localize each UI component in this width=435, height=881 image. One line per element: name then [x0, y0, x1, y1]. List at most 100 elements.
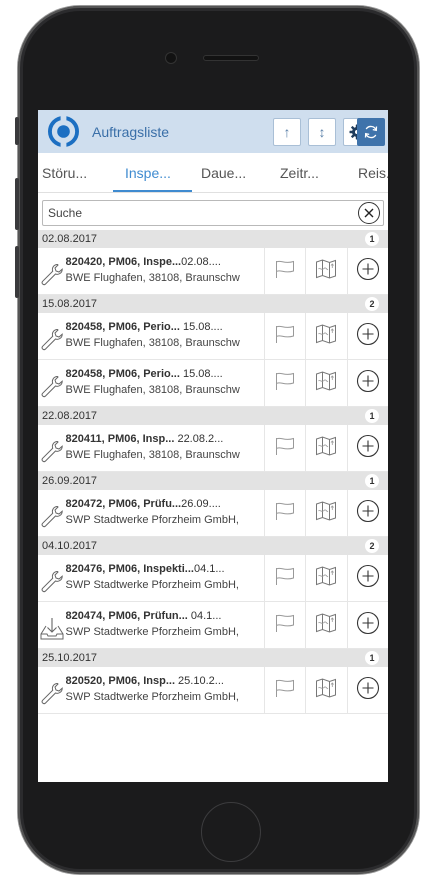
order-address: BWE Flughafen, 38108, Braunschw: [65, 337, 240, 349]
map-icon: [315, 612, 337, 639]
group-date: 26.09.2017: [42, 475, 98, 487]
list-item[interactable]: 820474, PM06, Prüfun... 04.1... SWP Stadt…: [38, 602, 388, 649]
list-item-text: 820472, PM06, Prüfu...26.09.... SWP Stadt…: [66, 490, 264, 536]
category-tabs: Störu... Inspe... Daue... Zeitr... Reis.…: [38, 153, 388, 193]
flag-button[interactable]: [263, 555, 305, 601]
tab-reise[interactable]: Reis...: [358, 165, 388, 181]
map-button[interactable]: [305, 248, 346, 294]
list-item-title-line: 820420, PM06, Inspe...02.08....: [66, 256, 264, 268]
add-button[interactable]: [346, 248, 388, 294]
order-title: 820420, PM06, Inspe...: [65, 256, 182, 268]
list-item-title-line: 820476, PM06, Inspekti...04.1...: [66, 563, 264, 575]
map-button[interactable]: [305, 313, 346, 359]
flag-button[interactable]: [263, 490, 305, 536]
refresh-icon: [364, 125, 378, 139]
search-input[interactable]: [43, 206, 343, 220]
group-count-badge: 2: [365, 539, 379, 553]
list-item[interactable]: 820420, PM06, Inspe...02.08.... BWE Flugh…: [38, 248, 388, 295]
order-date: 25.10.2...: [175, 675, 224, 687]
map-button[interactable]: [305, 490, 346, 536]
order-date: 15.08....: [179, 321, 223, 333]
add-button[interactable]: [346, 360, 388, 406]
wrench-icon: [38, 425, 66, 471]
tab-inspektion[interactable]: Inspe...: [125, 165, 171, 181]
map-icon: [315, 677, 337, 704]
list-item-text: 820474, PM06, Prüfun... 04.1... SWP Stadt…: [66, 602, 264, 648]
list-item-text: 820411, PM06, Insp... 22.08.2... BWE Flug…: [66, 425, 264, 471]
flag-icon: [274, 565, 296, 592]
plus-circle-icon: [356, 369, 380, 398]
order-list: 02.08.2017 1 820420, PM06, Inspe...02.08..…: [38, 230, 388, 714]
plus-circle-icon: [356, 611, 380, 640]
map-button[interactable]: [305, 360, 346, 406]
order-date: 22.08.2...: [174, 433, 224, 445]
group-count-badge: 1: [365, 651, 379, 665]
sort-toggle-button[interactable]: ↕: [308, 118, 336, 146]
plus-circle-icon: [356, 564, 380, 593]
earpiece-speaker: [203, 55, 259, 61]
order-date: 26.09....: [181, 498, 221, 510]
wrench-icon: [38, 313, 66, 359]
map-button[interactable]: [305, 425, 346, 471]
app-title: Auftragsliste: [92, 123, 170, 140]
tab-zeitraum[interactable]: Zeitr...: [280, 165, 319, 181]
sort-up-button[interactable]: ↑: [273, 118, 301, 146]
list-item[interactable]: 820458, PM06, Perio... 15.08.... BWE Flug…: [38, 360, 388, 407]
list-item-title-line: 820458, PM06, Perio... 15.08....: [66, 321, 264, 333]
map-button[interactable]: [305, 555, 346, 601]
flag-button[interactable]: [263, 313, 305, 359]
add-button[interactable]: [346, 490, 388, 536]
flag-button[interactable]: [263, 667, 305, 713]
map-icon: [315, 500, 337, 527]
add-button[interactable]: [346, 555, 388, 601]
volume-up-button: [15, 178, 19, 230]
wrench-icon: [38, 555, 66, 601]
tab-dauer[interactable]: Daue...: [201, 165, 246, 181]
flag-button[interactable]: [263, 248, 305, 294]
group-header: 26.09.2017 1: [38, 472, 388, 490]
active-tab-indicator: [113, 190, 192, 192]
order-date: 15.08....: [179, 368, 223, 380]
map-button[interactable]: [305, 667, 346, 713]
group-date: 04.10.2017: [42, 540, 98, 552]
list-item[interactable]: 820458, PM06, Perio... 15.08.... BWE Flug…: [38, 313, 388, 360]
app-screen: Auftragsliste ↑ ↕ Störu... Inspe... Daue…: [38, 110, 388, 782]
group-header: 04.10.2017 2: [38, 537, 388, 555]
plus-circle-icon: [356, 322, 380, 351]
list-item[interactable]: 820476, PM06, Inspekti...04.1... SWP Stad…: [38, 555, 388, 602]
search-box: [42, 200, 384, 226]
flag-icon: [274, 370, 296, 397]
order-date: 02.08....: [181, 256, 221, 268]
list-item-text: 820476, PM06, Inspekti...04.1... SWP Stad…: [66, 555, 264, 601]
refresh-button[interactable]: [357, 118, 385, 146]
volume-down-button: [15, 246, 19, 298]
wrench-icon: [38, 490, 66, 536]
plus-circle-icon: [356, 676, 380, 705]
list-item[interactable]: 820411, PM06, Insp... 22.08.2... BWE Flug…: [38, 425, 388, 472]
order-title: 820476, PM06, Inspekti...: [65, 563, 194, 575]
order-address: BWE Flughafen, 38108, Braunschw: [65, 384, 240, 396]
order-address: SWP Stadtwerke Pforzheim GmbH,: [65, 626, 239, 638]
clear-search-button[interactable]: [358, 202, 380, 224]
home-button[interactable]: [201, 802, 261, 862]
flag-button[interactable]: [263, 360, 305, 406]
add-button[interactable]: [346, 425, 388, 471]
plus-circle-icon: [356, 257, 380, 286]
order-title: 820458, PM06, Perio...: [65, 321, 180, 333]
list-item-text: 820420, PM06, Inspe...02.08.... BWE Flugh…: [66, 248, 264, 294]
list-item[interactable]: 820520, PM06, Insp... 25.10.2... SWP Stad…: [38, 667, 388, 714]
add-button[interactable]: [346, 667, 388, 713]
tab-stoerung[interactable]: Störu...: [42, 165, 87, 181]
order-address: BWE Flughafen, 38108, Braunschw: [65, 272, 240, 284]
add-button[interactable]: [346, 313, 388, 359]
mute-switch: [15, 117, 19, 145]
list-item[interactable]: 820472, PM06, Prüfu...26.09.... SWP Stadt…: [38, 490, 388, 537]
map-button[interactable]: [305, 602, 346, 648]
sort-icon: ↕: [318, 124, 326, 140]
map-icon: [315, 435, 337, 462]
add-button[interactable]: [346, 602, 388, 648]
flag-button[interactable]: [263, 602, 305, 648]
flag-button[interactable]: [263, 425, 305, 471]
group-count-badge: 1: [365, 474, 379, 488]
group-date: 15.08.2017: [42, 298, 98, 310]
